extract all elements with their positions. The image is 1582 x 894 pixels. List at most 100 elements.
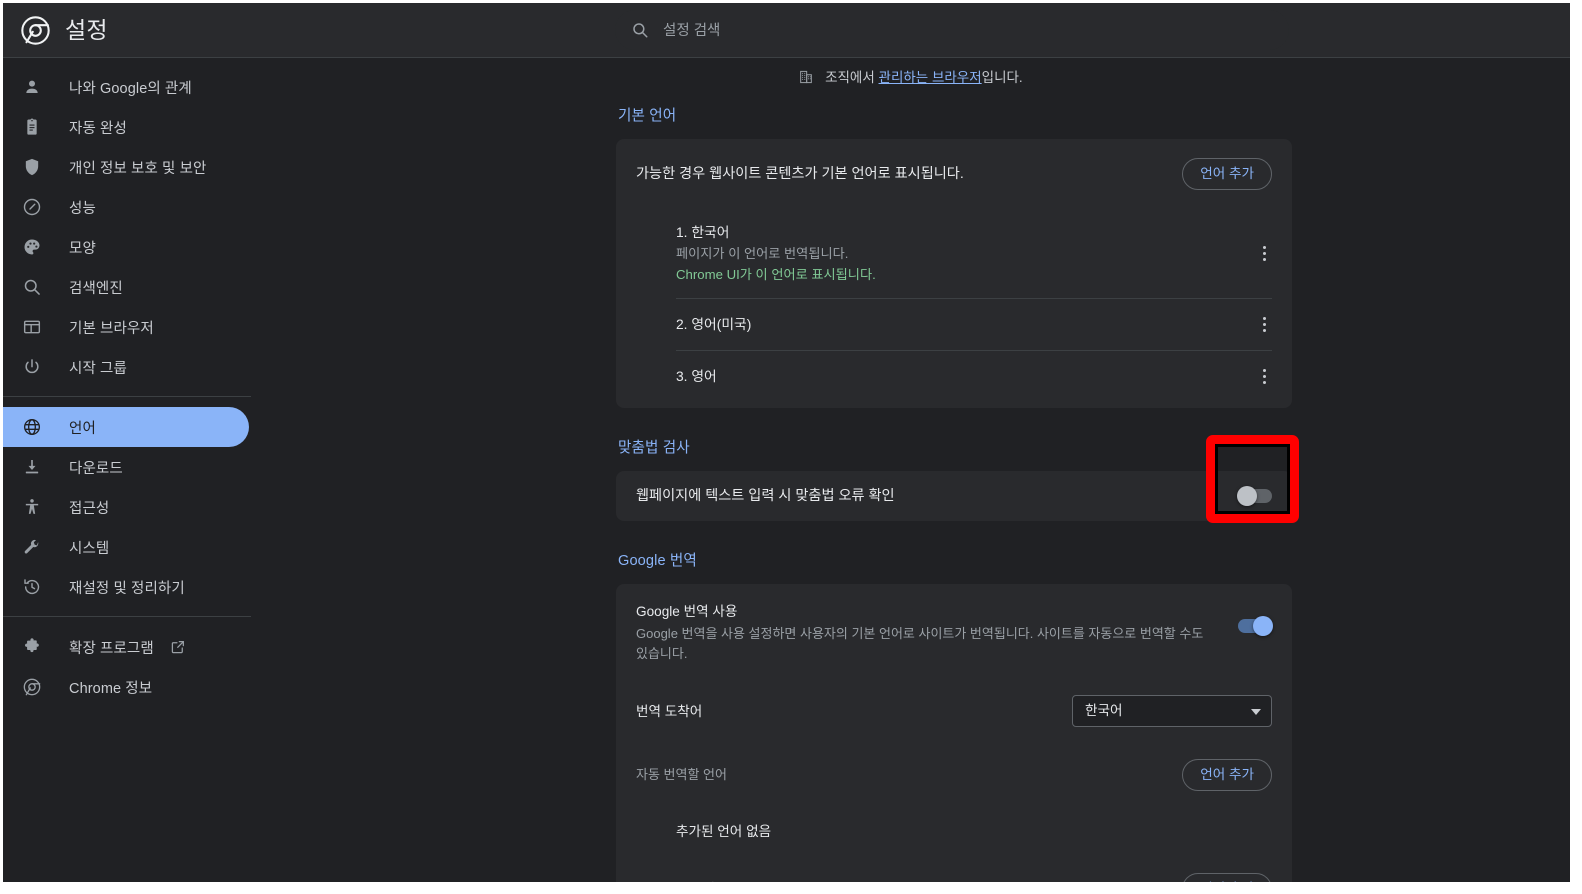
settings-content-column: 기본 언어 가능한 경우 웹사이트 콘텐츠가 기본 언어로 표시됩니다. 언어 … (616, 104, 1292, 882)
never-translate-label: 다음 언어 번역 제공 안 함 (636, 879, 1182, 882)
sidebar-item-search-engine[interactable]: 검색엔진 (3, 267, 251, 307)
sidebar-item-label: 자동 완성 (69, 120, 127, 137)
spell-check-title: 맞춤법 검사 (618, 440, 690, 456)
google-translate-title: Google 번역 (618, 553, 697, 569)
sidebar-item-label: 모양 (69, 240, 96, 257)
google-translate-enable-description: Google 번역을 사용 설정하면 사용자의 기본 언어로 사이트가 번역됩니… (636, 626, 1204, 662)
power-icon (22, 357, 42, 377)
sidebar-item-you-and-google[interactable]: 나와 Google의 관계 (3, 67, 251, 107)
chrome-logo-icon (20, 15, 51, 46)
translate-target-value: 한국어 (1085, 703, 1123, 719)
spell-check-toggle[interactable] (1237, 486, 1272, 506)
sidebar-item-reset-cleanup[interactable]: 재설정 및 정리하기 (3, 567, 251, 607)
history-restore-icon (22, 577, 42, 597)
language-name: 영어 (691, 369, 717, 384)
settings-top-bar: 설정 (3, 3, 1570, 58)
external-link-icon (170, 639, 186, 655)
sidebar-divider (3, 396, 251, 397)
auto-translate-empty-text: 추가된 언어 없음 (676, 823, 772, 839)
preferred-languages-card: 가능한 경우 웹사이트 콘텐츠가 기본 언어로 표시됩니다. 언어 추가 1. … (616, 139, 1292, 408)
managed-browser-notice: 조직에서 관리하는 브라우저입니다. (251, 66, 1570, 88)
more-vert-icon[interactable] (1250, 240, 1278, 268)
sidebar-item-on-startup[interactable]: 시작 그룹 (3, 347, 251, 387)
spell-check-card: 웹페이지에 텍스트 입력 시 맞춤법 오류 확인 (616, 471, 1292, 521)
settings-main-content: 조직에서 관리하는 브라우저입니다. 기본 언어 가능한 경우 웹사이트 콘텐츠… (251, 58, 1570, 882)
puzzle-icon (22, 637, 42, 657)
language-name: 영어(미국) (691, 317, 752, 332)
sidebar-item-default-browser[interactable]: 기본 브라우저 (3, 307, 251, 347)
language-list-item[interactable]: 3. 영어 (616, 351, 1292, 402)
spell-check-row-label: 웹페이지에 텍스트 입력 시 맞춤법 오류 확인 (636, 488, 895, 504)
clipboard-icon (22, 117, 42, 137)
screenshot-frame: 설정 나와 Google의 관계 (0, 0, 1582, 894)
more-vert-icon[interactable] (1250, 363, 1278, 391)
sidebar-item-downloads[interactable]: 다운로드 (3, 447, 251, 487)
sidebar-item-label: 재설정 및 정리하기 (69, 580, 185, 597)
google-translate-toggle[interactable] (1238, 616, 1273, 636)
sidebar-item-label: 접근성 (69, 500, 110, 517)
auto-translate-add-language-button[interactable]: 언어 추가 (1182, 759, 1272, 792)
search-icon (631, 21, 649, 39)
sidebar-item-label: 확장 프로그램 (69, 640, 154, 657)
sidebar-item-autofill[interactable]: 자동 완성 (3, 107, 251, 147)
person-icon (22, 77, 42, 97)
palette-icon (22, 237, 42, 257)
managed-notice-link[interactable]: 관리하는 브라우저 (879, 70, 982, 85)
google-translate-enable-title: Google 번역 사용 (636, 604, 738, 619)
sidebar-item-about-chrome[interactable]: Chrome 정보 (3, 667, 251, 707)
language-note-ui: Chrome UI가 이 언어로 표시됩니다. (676, 267, 876, 282)
language-index: 2. (676, 317, 688, 332)
preferred-languages-title: 기본 언어 (618, 108, 677, 124)
sidebar-item-label: 다운로드 (69, 460, 123, 477)
speedometer-icon (22, 197, 42, 217)
chrome-settings-window: 설정 나와 Google의 관계 (3, 3, 1570, 882)
sidebar-item-languages[interactable]: 언어 (3, 407, 249, 447)
sidebar-item-label: 개인 정보 보호 및 보안 (69, 160, 207, 177)
language-list-item[interactable]: 1. 한국어 페이지가 이 언어로 번역됩니다. Chrome UI가 이 언어… (616, 209, 1292, 298)
sidebar-item-appearance[interactable]: 모양 (3, 227, 251, 267)
sidebar-item-extensions[interactable]: 확장 프로그램 (3, 627, 251, 667)
settings-sidebar: 나와 Google의 관계 자동 완성 개인 정보 보호 및 보안 성능 모양 … (3, 58, 251, 882)
language-name: 한국어 (691, 225, 730, 240)
preferred-languages-description: 가능한 경우 웹사이트 콘텐츠가 기본 언어로 표시됩니다. (636, 166, 964, 182)
managed-notice-suffix: 입니다. (981, 70, 1023, 85)
sidebar-item-label: 기본 브라우저 (69, 320, 154, 337)
more-vert-icon[interactable] (1250, 311, 1278, 339)
sidebar-item-privacy-security[interactable]: 개인 정보 보호 및 보안 (3, 147, 251, 187)
language-list-item[interactable]: 2. 영어(미국) (616, 299, 1292, 350)
sidebar-divider-2 (3, 616, 251, 617)
language-index: 3. (676, 369, 688, 384)
building-icon (798, 70, 818, 88)
google-translate-card: Google 번역 사용 Google 번역을 사용 설정하면 사용자의 기본 … (616, 584, 1292, 882)
shield-icon (22, 157, 42, 177)
search-bar[interactable] (615, 10, 1289, 52)
language-index: 1. (676, 225, 688, 240)
managed-notice-prefix: 조직에서 (825, 70, 879, 85)
search-icon (22, 277, 42, 297)
accessibility-icon (22, 497, 42, 517)
globe-icon (22, 417, 42, 437)
sidebar-item-performance[interactable]: 성능 (3, 187, 251, 227)
never-translate-add-language-button[interactable]: 언어 추가 (1182, 873, 1272, 882)
sidebar-item-accessibility[interactable]: 접근성 (3, 487, 251, 527)
chevron-down-icon (1251, 709, 1261, 716)
sidebar-item-label: 시작 그룹 (69, 360, 127, 377)
page-title: 설정 (65, 17, 108, 43)
auto-translate-label: 자동 번역할 언어 (636, 767, 727, 783)
translate-target-label: 번역 도착어 (636, 703, 703, 719)
sidebar-item-system[interactable]: 시스템 (3, 527, 251, 567)
add-language-button[interactable]: 언어 추가 (1182, 158, 1272, 190)
search-input[interactable] (661, 10, 1275, 52)
sidebar-item-label: Chrome 정보 (69, 680, 153, 697)
language-note: 페이지가 이 언어로 번역됩니다. (676, 246, 849, 261)
sidebar-item-label: 언어 (69, 420, 96, 437)
sidebar-item-label: 검색엔진 (69, 280, 123, 297)
wrench-icon (22, 537, 42, 557)
sidebar-item-label: 나와 Google의 관계 (69, 80, 192, 97)
browser-window-icon (22, 317, 42, 337)
translate-target-select[interactable]: 한국어 (1072, 695, 1272, 728)
sidebar-item-label: 성능 (69, 200, 96, 217)
sidebar-item-label: 시스템 (69, 540, 110, 557)
chrome-logo-icon (22, 677, 42, 697)
download-icon (22, 457, 42, 477)
